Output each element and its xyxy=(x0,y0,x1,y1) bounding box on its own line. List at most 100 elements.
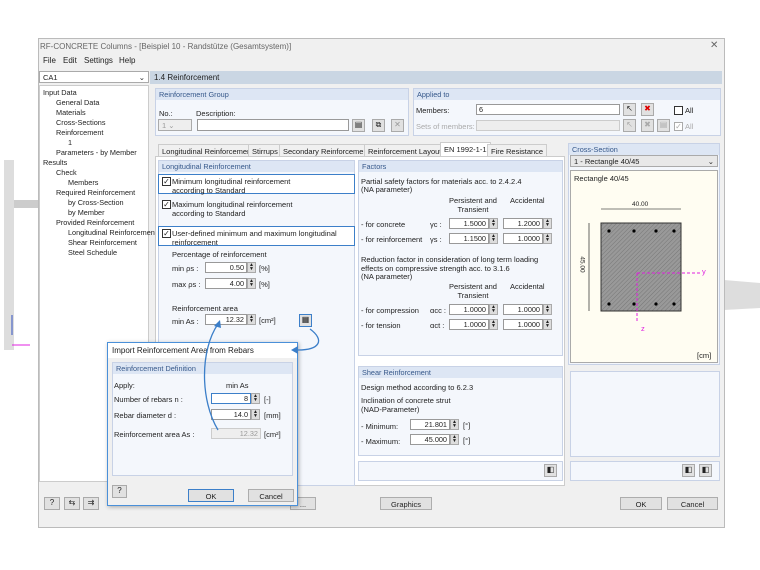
spinner[interactable]: ▲▼ xyxy=(489,319,498,330)
tree-required-reinforcement[interactable]: Required Reinforcement xyxy=(56,188,135,197)
details-icon[interactable]: ◧ xyxy=(699,464,712,477)
graphics-button[interactable]: Graphics xyxy=(380,497,432,510)
tree-check[interactable]: Check xyxy=(56,168,77,177)
case-select[interactable]: CA1⌄ xyxy=(39,71,149,83)
tree-members[interactable]: Members xyxy=(68,178,98,187)
tree-provided-reinforcement[interactable]: Provided Reinforcement xyxy=(56,218,134,227)
spinner[interactable]: ▲▼ xyxy=(543,304,552,315)
members-input[interactable]: 6 xyxy=(476,104,620,115)
tab-en1992[interactable]: EN 1992-1-1 xyxy=(440,142,491,156)
user-defined-checkbox[interactable]: ✓ xyxy=(162,229,171,238)
tree-shear-reinforcement[interactable]: Shear Reinforcement xyxy=(68,238,137,247)
gamma-s-persistent[interactable]: 1.1500 xyxy=(449,233,489,244)
spinner[interactable]: ▲▼ xyxy=(543,319,552,330)
tab-longitudinal[interactable]: Longitudinal Reinforcement xyxy=(158,144,257,156)
edit-sets-icon[interactable]: ▤ xyxy=(657,119,670,132)
info-icon[interactable]: ◧ xyxy=(682,464,695,477)
tree-reinforcement[interactable]: Reinforcement xyxy=(56,128,103,137)
cancel-button[interactable]: Cancel xyxy=(667,497,718,510)
import-icon[interactable]: ⇉ xyxy=(83,497,99,510)
spinner[interactable]: ▲▼ xyxy=(543,218,552,229)
tree-by-member[interactable]: by Member xyxy=(68,208,105,217)
tree-reinforcement-1[interactable]: 1 xyxy=(68,138,72,147)
select-sets-icon[interactable]: ↖ xyxy=(623,119,636,132)
max-rho-label: max ρs : xyxy=(172,280,200,289)
dialog-help-icon[interactable]: ? xyxy=(112,485,127,498)
copy-group-icon[interactable]: ⧉ xyxy=(372,119,385,132)
shear-button-bar xyxy=(358,461,563,481)
min-standard-checkbox[interactable]: ✓ xyxy=(162,177,171,186)
height-dimension: 45.00 xyxy=(579,256,586,272)
tab-secondary[interactable]: Secondary Reinforcement xyxy=(279,144,374,156)
menu-edit[interactable]: Edit xyxy=(63,56,77,65)
tab-stirrups[interactable]: Stirrups xyxy=(248,144,282,156)
tree-results[interactable]: Results xyxy=(43,158,67,167)
tension-label: - for tension xyxy=(361,321,401,330)
clear-sets-icon[interactable]: ✖ xyxy=(641,119,654,132)
export-icon[interactable]: ⇆ xyxy=(64,497,80,510)
chevron-down-icon: ⌄ xyxy=(139,73,145,82)
dialog-cancel-button[interactable]: Cancel xyxy=(248,489,294,502)
tree-materials[interactable]: Materials xyxy=(56,108,86,117)
menu-help[interactable]: Help xyxy=(119,56,135,65)
tree-longitudinal-reinforcement[interactable]: Longitudinal Reinforcement xyxy=(68,228,157,237)
gamma-c-accidental[interactable]: 1.2000 xyxy=(503,218,543,229)
group-no-select[interactable]: 1 ⌄ xyxy=(158,119,192,131)
help-icon[interactable]: ? xyxy=(44,497,60,510)
max-rho-input[interactable]: 4.00 xyxy=(205,278,247,289)
all-members-checkbox[interactable] xyxy=(674,106,683,115)
strut-max-input[interactable]: 45.000 xyxy=(410,434,450,445)
gamma-s-accidental[interactable]: 1.0000 xyxy=(503,233,543,244)
gamma-c-persistent[interactable]: 1.5000 xyxy=(449,218,489,229)
tab-fire[interactable]: Fire Resistance xyxy=(487,144,547,156)
strut-max-unit: [°] xyxy=(463,436,470,445)
cross-section-drawing: Rectangle 40/45 40.00 45.00 y z [cm] xyxy=(570,170,718,363)
spinner[interactable]: ▲▼ xyxy=(489,218,498,229)
tree-general-data[interactable]: General Data xyxy=(56,98,99,107)
width-dimension: 40.00 xyxy=(632,201,648,208)
strut-min-input[interactable]: 21.801 xyxy=(410,419,450,430)
alpha-cc-accidental[interactable]: 1.0000 xyxy=(503,304,543,315)
description-input[interactable] xyxy=(197,119,349,131)
spinner[interactable]: ▲▼ xyxy=(543,233,552,244)
min-rho-unit: [%] xyxy=(259,264,270,273)
tree-input-data[interactable]: Input Data xyxy=(43,88,77,97)
max-rho-spinner[interactable]: ▲▼ xyxy=(247,278,256,289)
min-rho-label: min ρs : xyxy=(172,264,198,273)
dialog-ok-button[interactable]: OK xyxy=(188,489,234,502)
clear-members-icon[interactable]: ✖ xyxy=(641,103,654,116)
z-axis-label: z xyxy=(641,324,645,333)
delete-group-icon[interactable]: ✕ xyxy=(391,119,404,132)
all-label: All xyxy=(685,106,693,115)
area-title: Reinforcement area xyxy=(172,304,238,313)
alpha-cc-persistent[interactable]: 1.0000 xyxy=(449,304,489,315)
all-sets-checkbox[interactable]: ✓ xyxy=(674,122,683,131)
spinner[interactable]: ▲▼ xyxy=(489,233,498,244)
longitudinal-title: Longitudinal Reinforcement xyxy=(159,161,354,172)
menu-settings[interactable]: Settings xyxy=(84,56,113,65)
close-icon[interactable]: ✕ xyxy=(710,40,718,51)
alpha-ct-persistent[interactable]: 1.0000 xyxy=(449,319,489,330)
max-standard-checkbox[interactable]: ✓ xyxy=(162,200,171,209)
spinner[interactable]: ▲▼ xyxy=(489,304,498,315)
tree-by-cross-section[interactable]: by Cross-Section xyxy=(68,198,124,207)
select-members-icon[interactable]: ↖ xyxy=(623,103,636,116)
all-sets-label: All xyxy=(685,122,693,131)
tree-parameters[interactable]: Parameters - by Member xyxy=(56,148,137,157)
cross-section-select[interactable]: 1 - Rectangle 40/45⌄ xyxy=(570,155,718,167)
user-defined-label: User-defined minimum and maximum longitu… xyxy=(172,229,342,247)
tree-cross-sections[interactable]: Cross-Sections xyxy=(56,118,105,127)
min-rho-input[interactable]: 0.50 xyxy=(205,262,247,273)
ok-button[interactable]: OK xyxy=(620,497,662,510)
menu-file[interactable]: File xyxy=(43,56,56,65)
tab-layout[interactable]: Reinforcement Layout xyxy=(364,144,445,156)
defaults-icon[interactable]: ◧ xyxy=(544,464,557,477)
sets-input[interactable] xyxy=(476,120,620,131)
spinner[interactable]: ▲▼ xyxy=(450,434,459,445)
min-rho-spinner[interactable]: ▲▼ xyxy=(247,262,256,273)
unit-label: [cm] xyxy=(697,351,711,360)
tree-steel-schedule[interactable]: Steel Schedule xyxy=(68,248,117,257)
alpha-ct-accidental[interactable]: 1.0000 xyxy=(503,319,543,330)
new-group-icon[interactable]: ▤ xyxy=(352,119,365,132)
spinner[interactable]: ▲▼ xyxy=(450,419,459,430)
